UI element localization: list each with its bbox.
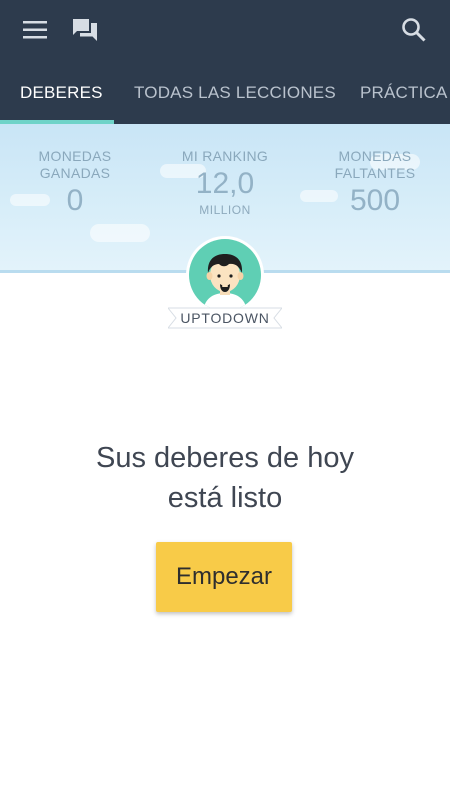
start-button[interactable]: Empezar bbox=[156, 542, 292, 612]
ranking-value: 12,0 bbox=[195, 167, 255, 200]
tab-deberes[interactable]: DEBERES bbox=[20, 64, 103, 124]
user-avatar-icon bbox=[189, 239, 261, 311]
coins-missing-value: 500 bbox=[349, 184, 401, 217]
coins-earned-stat: MONEDAS GANADAS 0 bbox=[20, 148, 130, 218]
homework-message-line1: Sus deberes de hoy bbox=[96, 442, 354, 474]
coins-earned-value: 0 bbox=[66, 184, 84, 217]
tab-bar: DEBERES TODAS LAS LECCIONES PRÁCTICA bbox=[0, 64, 450, 124]
cloud-decoration bbox=[90, 224, 150, 242]
tab-practica[interactable]: PRÁCTICA bbox=[360, 64, 448, 124]
coins-earned-label-line2: GANADAS bbox=[39, 165, 111, 181]
menu-icon[interactable] bbox=[15, 10, 55, 50]
top-toolbar bbox=[0, 0, 450, 64]
homework-message-line2: está listo bbox=[167, 482, 283, 514]
coins-earned-label-line1: MONEDAS bbox=[38, 148, 112, 164]
coins-missing-label-line1: MONEDAS bbox=[338, 148, 412, 164]
ranking-stat: MI RANKING 12,0 MILLION bbox=[160, 148, 290, 217]
username-label: UPTODOWN bbox=[180, 310, 270, 326]
search-icon[interactable] bbox=[394, 10, 434, 50]
coins-missing-label-line2: FALTANTES bbox=[334, 165, 416, 181]
tab-todas-las-lecciones[interactable]: TODAS LAS LECCIONES bbox=[134, 64, 336, 124]
username-ribbon: UPTODOWN bbox=[168, 304, 282, 332]
app-screen: DEBERES TODAS LAS LECCIONES PRÁCTICA MON… bbox=[0, 0, 450, 800]
ranking-label: MI RANKING bbox=[181, 148, 269, 164]
ranking-unit: MILLION bbox=[199, 203, 251, 217]
profile-avatar[interactable] bbox=[186, 236, 264, 314]
coins-missing-stat: MONEDAS FALTANTES 500 bbox=[320, 148, 430, 218]
homework-message: Sus deberes de hoy está listo bbox=[0, 438, 450, 518]
chat-icon[interactable] bbox=[65, 10, 105, 50]
